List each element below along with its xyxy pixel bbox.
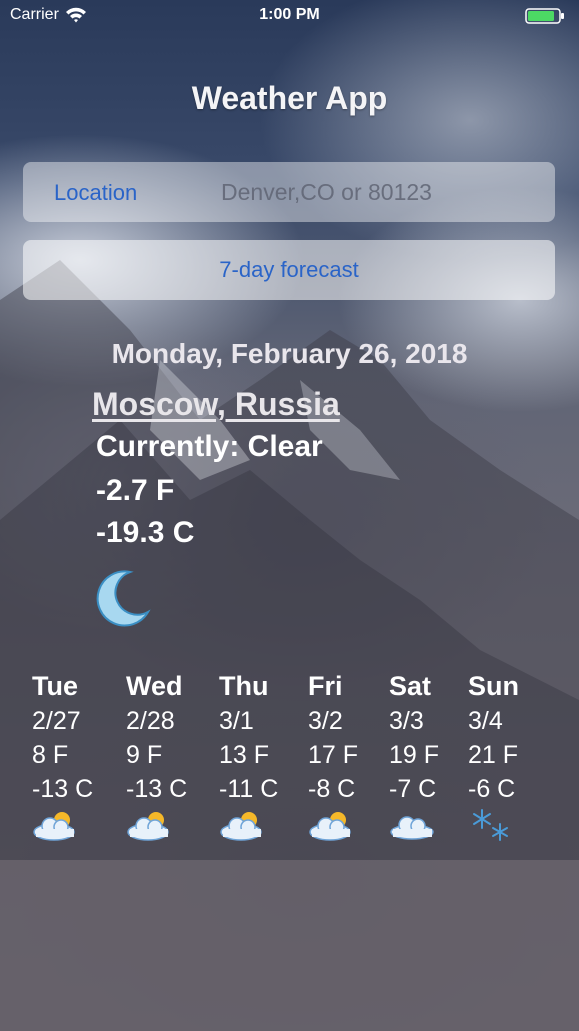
forecast-day: Sun 3/4 21 F -6 C — [468, 668, 519, 842]
forecast-date: 3/1 — [219, 707, 254, 735]
partly-cloudy-icon — [309, 812, 351, 841]
forecast-day-name: Thu — [219, 671, 269, 701]
forecast-day-name: Wed — [126, 671, 183, 701]
forecast-day: Tue 2/27 8 F -13 C — [32, 668, 93, 842]
forecast-temp-c: -13 C — [32, 775, 94, 803]
forecast-date: 3/3 — [389, 707, 424, 735]
snowflake-icon — [473, 809, 508, 841]
moon-icon — [96, 570, 151, 627]
forecast-temp-c: -11 C — [219, 775, 279, 803]
forecast-temp-f: 13 F — [219, 741, 270, 769]
forecast-day-name: Tue — [32, 671, 78, 701]
current-temp-celsius: -19.3 C — [96, 516, 195, 549]
forecast-day-name: Fri — [308, 671, 343, 701]
partly-cloudy-icon — [127, 812, 169, 841]
location-field-container[interactable]: Location — [23, 162, 555, 222]
forecast-temp-c: -8 C — [308, 775, 356, 803]
forecast-day-name: Sat — [389, 671, 432, 701]
forecast-temp-f: 21 F — [468, 741, 519, 769]
forecast-temp-c: -13 C — [126, 775, 188, 803]
partly-cloudy-icon — [33, 812, 75, 841]
forecast-temp-f: 8 F — [32, 741, 69, 769]
forecast-temp-c: -7 C — [389, 775, 437, 803]
current-conditions: Currently: Clear — [96, 430, 323, 463]
location-input[interactable] — [221, 172, 531, 212]
forecast-temp-f: 9 F — [126, 741, 163, 769]
seven-day-forecast-button[interactable]: 7-day forecast — [23, 240, 555, 300]
forecast-date: 3/2 — [308, 707, 343, 735]
forecast-date: 3/4 — [468, 707, 503, 735]
forecast-temp-c: -6 C — [468, 775, 516, 803]
status-time: 1:00 PM — [259, 6, 320, 23]
city-link[interactable]: Moscow, Russia — [92, 386, 340, 423]
forecast-day: Sat 3/3 19 F -7 C — [389, 668, 439, 842]
partly-cloudy-icon — [220, 812, 262, 841]
location-label: Location — [54, 180, 138, 205]
status-bar: Carrier 1:00 PM — [0, 0, 579, 32]
app-title: Weather App — [191, 80, 388, 116]
battery-icon — [525, 8, 564, 24]
forecast-day-name: Sun — [468, 671, 519, 701]
forecast-temp-f: 17 F — [308, 741, 359, 769]
forecast-day: Wed 2/28 9 F -13 C — [126, 668, 187, 842]
forecast-list: Tue 2/27 8 F -13 C Wed 2/28 9 F -13 C Th… — [0, 668, 579, 848]
forecast-temp-f: 19 F — [389, 741, 440, 769]
cloud-icon — [390, 816, 434, 840]
current-temp-fahrenheit: -2.7 F — [96, 474, 175, 507]
background-mountain-image — [0, 0, 579, 1031]
current-date: Monday, February 26, 2018 — [111, 338, 468, 369]
forecast-day: Thu 3/1 13 F -11 C — [219, 668, 278, 842]
forecast-date: 2/27 — [32, 707, 81, 735]
forecast-day: Fri 3/2 17 F -8 C — [308, 668, 358, 842]
forecast-date: 2/28 — [126, 707, 175, 735]
